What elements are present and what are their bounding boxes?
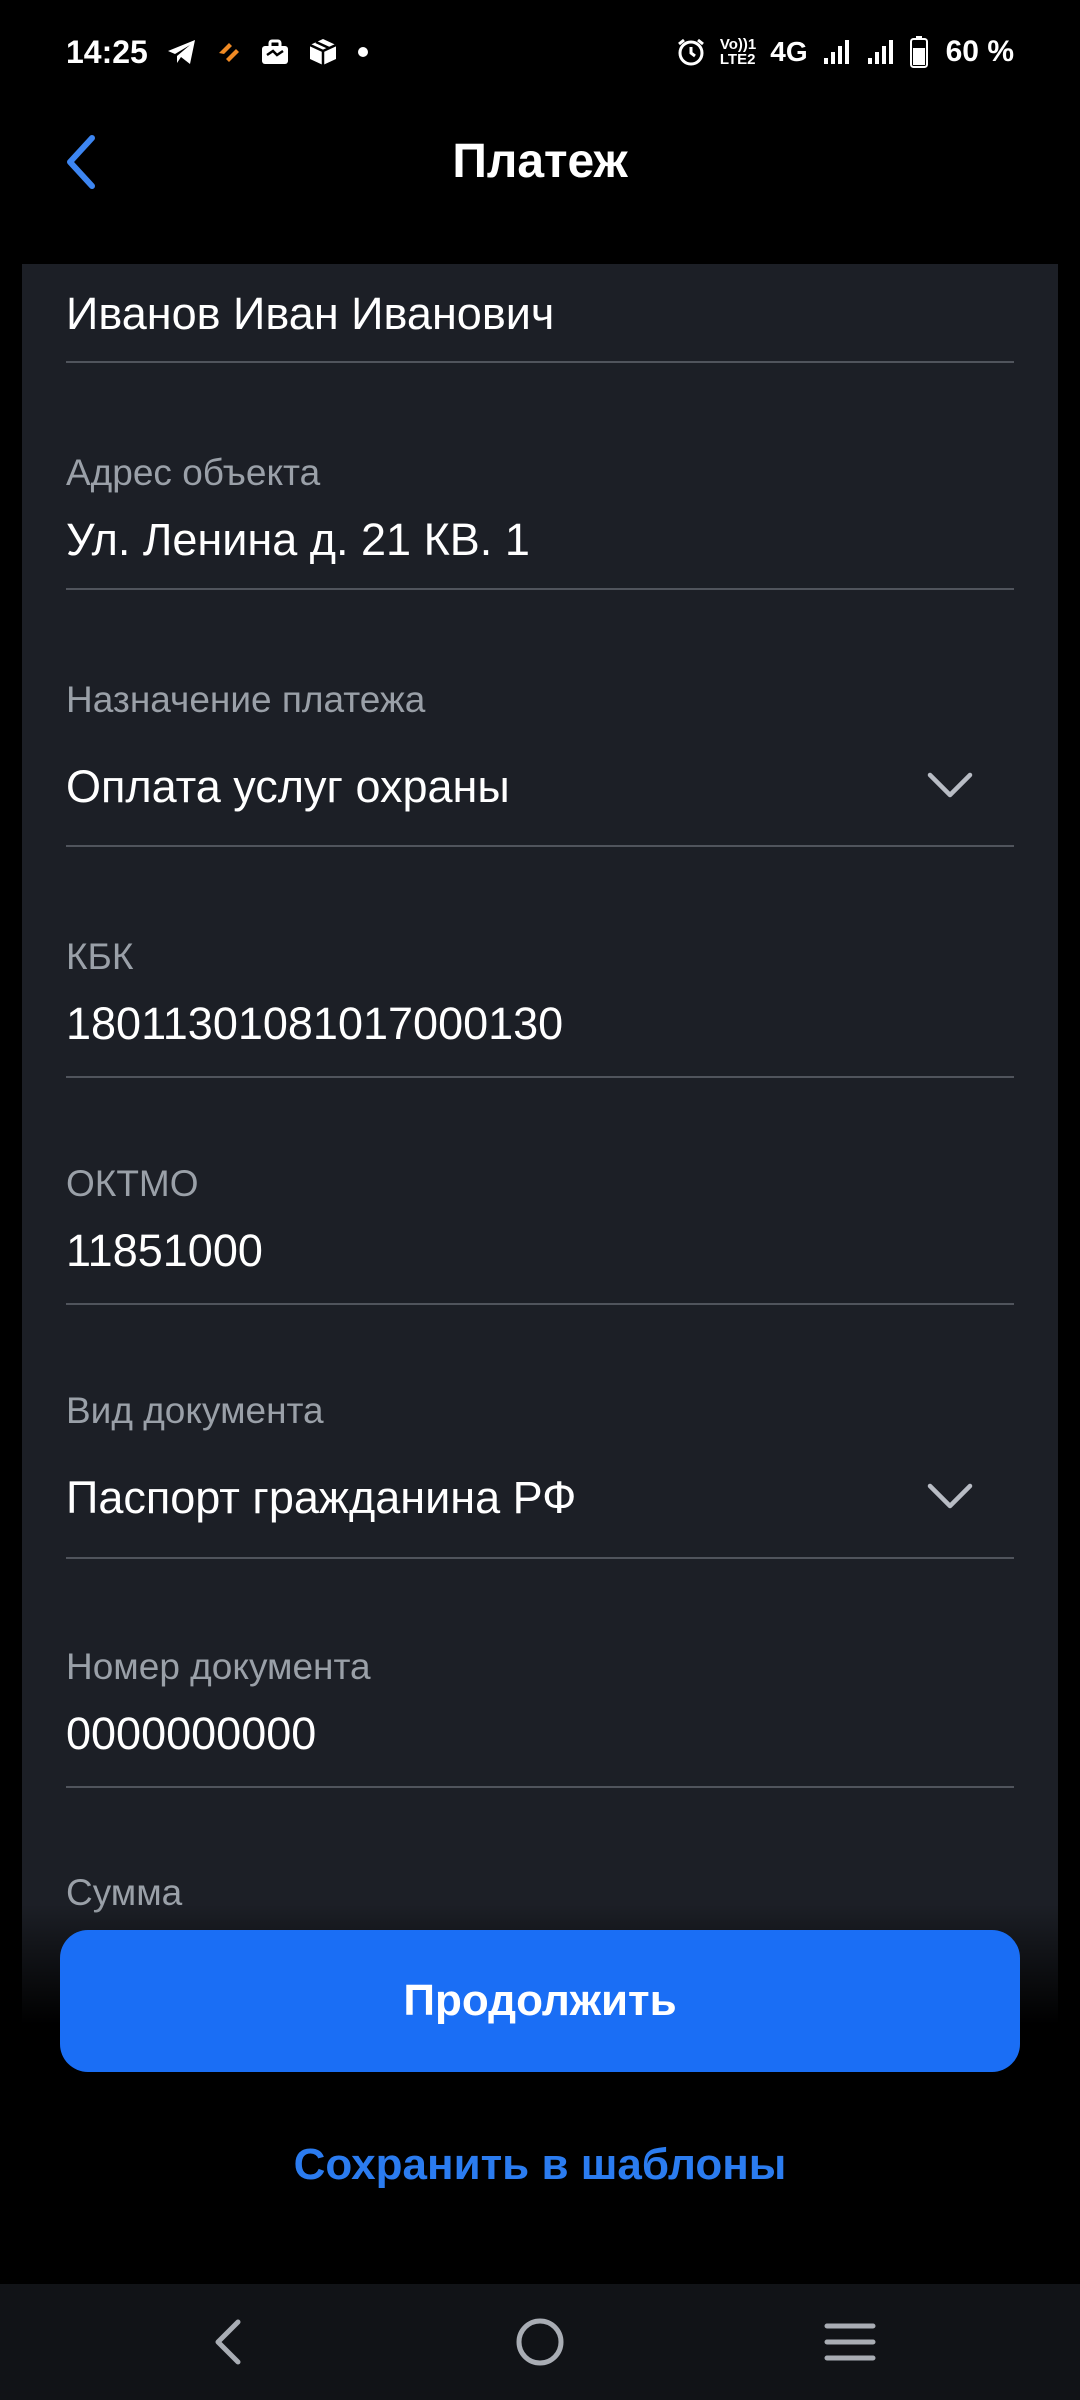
field-divider xyxy=(66,1076,1014,1078)
field-value: Оплата услуг охраны xyxy=(66,761,510,812)
kbk-field[interactable]: КБК 18011301081017000130 xyxy=(66,936,1014,1078)
field-label: Адрес объекта xyxy=(66,452,321,493)
oktmo-field[interactable]: ОКТМО 11851000 xyxy=(66,1163,1014,1305)
field-value: 11851000 xyxy=(66,1225,263,1276)
nav-back-button[interactable] xyxy=(198,2312,258,2372)
package-icon xyxy=(308,37,338,67)
chevron-down-icon[interactable] xyxy=(926,771,974,801)
nav-back-icon xyxy=(215,2319,241,2365)
field-label: КБК xyxy=(66,936,134,977)
nav-home-button[interactable] xyxy=(510,2312,570,2372)
status-time: 14:25 xyxy=(66,33,148,70)
app-notification-icon xyxy=(216,39,242,65)
object-address-field[interactable]: Адрес объекта Ул. Ленина д. 21 КВ. 1 xyxy=(66,452,1014,590)
nav-menu-icon xyxy=(824,2323,876,2361)
signal-icon xyxy=(822,38,852,66)
signal-icon xyxy=(866,38,896,66)
field-divider xyxy=(66,1557,1014,1559)
field-value: 18011301081017000130 xyxy=(66,998,564,1049)
system-nav-bar xyxy=(0,2284,1080,2400)
alarm-icon xyxy=(676,37,706,67)
briefcase-icon xyxy=(260,38,290,66)
status-bar-right: Vo))1 LTE2 4G 60 % xyxy=(676,35,1014,69)
volte-top-text: Vo))1 xyxy=(719,36,757,53)
field-value: Иванов Иван Иванович xyxy=(66,288,555,339)
field-label: Номер документа xyxy=(66,1646,371,1687)
document-type-select[interactable]: Вид документа Паспорт гражданина РФ xyxy=(66,1390,1014,1560)
field-label: Вид документа xyxy=(66,1390,324,1431)
battery-icon xyxy=(909,36,928,68)
chevron-down-icon[interactable] xyxy=(926,1482,974,1512)
field-divider xyxy=(66,1786,1014,1788)
field-value: Ул. Ленина д. 21 КВ. 1 xyxy=(66,514,530,565)
battery-percent: 60 % xyxy=(945,35,1014,68)
field-value: Паспорт гражданина РФ xyxy=(66,1472,577,1523)
status-bar-left: 14:25 xyxy=(66,34,370,71)
volte-bottom-text: LTE2 xyxy=(719,51,756,68)
header: Платеж xyxy=(0,104,1080,224)
continue-button[interactable]: Продолжить xyxy=(60,1930,1020,2072)
nav-home-icon xyxy=(516,2318,564,2366)
dot-icon xyxy=(356,45,370,59)
field-divider xyxy=(66,1303,1014,1305)
network-type: 4G xyxy=(770,36,808,67)
field-divider xyxy=(66,361,1014,363)
field-label: ОКТМО xyxy=(66,1163,199,1204)
payment-form: Иванов Иван Иванович Адрес объекта Ул. Л… xyxy=(22,264,1058,2024)
field-label: Назначение платежа xyxy=(66,679,426,720)
save-to-templates-link[interactable]: Сохранить в шаблоны xyxy=(0,2140,1080,2190)
payment-purpose-select[interactable]: Назначение платежа Оплата услуг охраны xyxy=(66,679,1014,847)
page-title: Платеж xyxy=(452,135,628,188)
document-number-field[interactable]: Номер документа 0000000000 xyxy=(66,1646,1014,1788)
nav-recents-button[interactable] xyxy=(820,2312,880,2372)
volte-icon: Vo))1 LTE2 xyxy=(720,37,756,67)
field-divider xyxy=(66,588,1014,590)
payer-name-field[interactable]: Иванов Иван Иванович xyxy=(66,264,1014,364)
status-bar: 14:25 Vo))1 LTE2 4G 60 % xyxy=(0,0,1080,104)
field-divider xyxy=(66,845,1014,847)
telegram-icon xyxy=(166,38,198,66)
field-value: 0000000000 xyxy=(66,1708,317,1759)
